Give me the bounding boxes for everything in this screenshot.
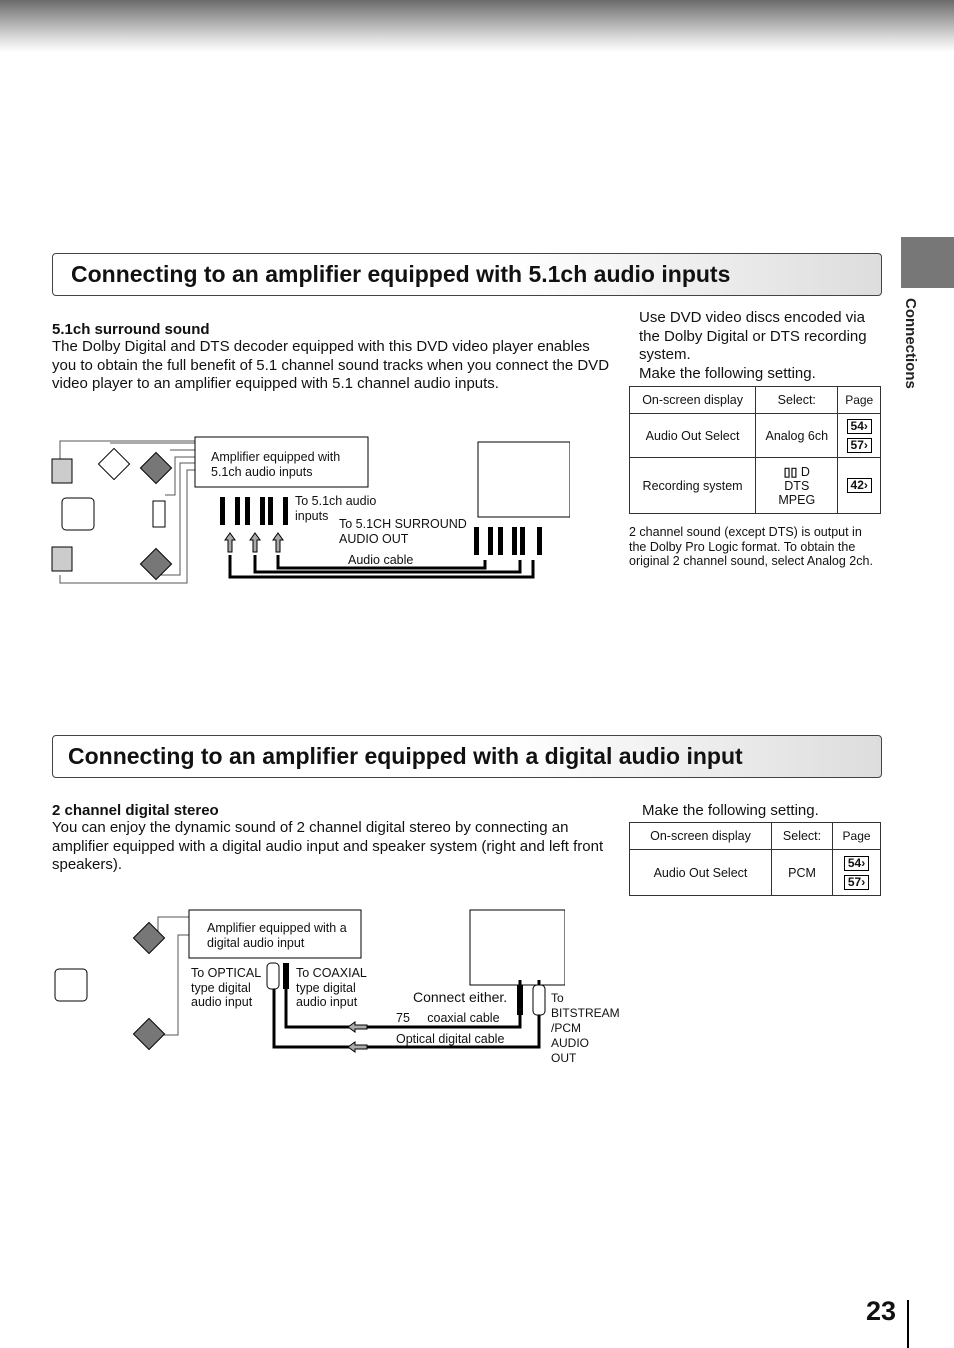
optical-plug-icon (532, 984, 546, 1016)
section-subtitle: 5.1ch surround sound (52, 321, 210, 338)
listener-icon (61, 497, 95, 531)
header-band (0, 0, 954, 52)
note: Use DVD video discs encoded via the Dolb… (639, 309, 867, 363)
coaxial-plug-icon (283, 963, 289, 989)
section-body: The Dolby Digital and DTS decoder equipp… (52, 338, 610, 392)
cell: Recording system (628, 457, 757, 514)
section-subtitle: 2 channel digital stereo (52, 802, 219, 819)
th: Select: (755, 386, 839, 414)
text: MPEG (778, 493, 816, 507)
speaker-icon (132, 921, 166, 955)
settings-table: On-screen display Select: Page Audio Out S… (628, 386, 881, 514)
cell: PCM (770, 849, 834, 896)
page-ref[interactable]: 42 (846, 478, 872, 493)
dolby-logo-icon: ▯▯ (783, 465, 801, 479)
cell: Audio Out Select (628, 413, 757, 458)
connect-either: Connect either. (413, 989, 508, 1005)
text: D (800, 465, 810, 479)
speaker-icon (51, 458, 73, 484)
section-title: Connecting to an amplifier equipped with… (52, 735, 882, 778)
section-body: You can enjoy the dynamic sound of 2 cha… (52, 819, 604, 873)
cell: Audio Out Select (629, 849, 772, 896)
page-ref[interactable]: 57 (843, 874, 870, 890)
side-tab-label: Connections (902, 298, 919, 389)
page-refs: 5457 (832, 849, 881, 896)
listener-icon (54, 968, 88, 1002)
cell: ▯▯ D DTS MPEG (755, 457, 839, 514)
instruction: Make the following setting. (639, 364, 816, 382)
settings-table: On-screen display Select: Page Audio Out S… (629, 822, 881, 896)
optical-label: To OPTICAL type digital audio input (191, 966, 261, 1009)
page-refs: 42 (837, 457, 881, 514)
th: Select: (770, 822, 834, 850)
amp-label: Amplifier equipped with a digital audio … (207, 921, 347, 950)
th: On-screen display (629, 822, 772, 850)
dvd-player-icon (469, 909, 565, 986)
th: On-screen display (628, 386, 757, 414)
coaxial-plug-icon (517, 985, 523, 1015)
amp-label: Amplifier equipped with 5.1ch audio inpu… (211, 450, 341, 479)
text: DTS (784, 479, 810, 493)
page-ref[interactable]: 57 (846, 437, 872, 453)
cell: Analog 6ch (755, 413, 839, 458)
th: Page (837, 386, 881, 414)
side-tab (901, 237, 954, 288)
output-label: To BITSTREAM /PCM AUDIO OUT (551, 991, 620, 1065)
page-refs: 5457 (837, 413, 881, 458)
page-ref[interactable]: 54 (843, 855, 870, 871)
instruction: Make the following setting. (642, 802, 819, 819)
page-number: 23 (866, 1296, 897, 1326)
th: Page (832, 822, 881, 850)
speaker-icon (51, 546, 73, 572)
coax-cable-label: 75 coaxial cable (396, 1011, 500, 1025)
cable-label: Audio cable (348, 553, 414, 567)
speaker-icon (139, 451, 173, 485)
speaker-icon (132, 1017, 166, 1051)
output-label: To 5.1CH SURROUND AUDIO OUT (339, 517, 467, 546)
page-divider (907, 1300, 909, 1348)
dvd-player-icon (477, 441, 570, 518)
footnote: 2 channel sound (except DTS) is output i… (629, 525, 873, 568)
section-title: Connecting to an amplifier equipped with… (52, 253, 882, 296)
speaker-icon (97, 447, 131, 481)
page-ref[interactable]: 54 (846, 418, 872, 434)
optical-cable-label: Optical digital cable (396, 1032, 505, 1046)
coaxial-label: To COAXIAL type digital audio input (296, 966, 367, 1009)
subwoofer-icon (152, 500, 166, 528)
